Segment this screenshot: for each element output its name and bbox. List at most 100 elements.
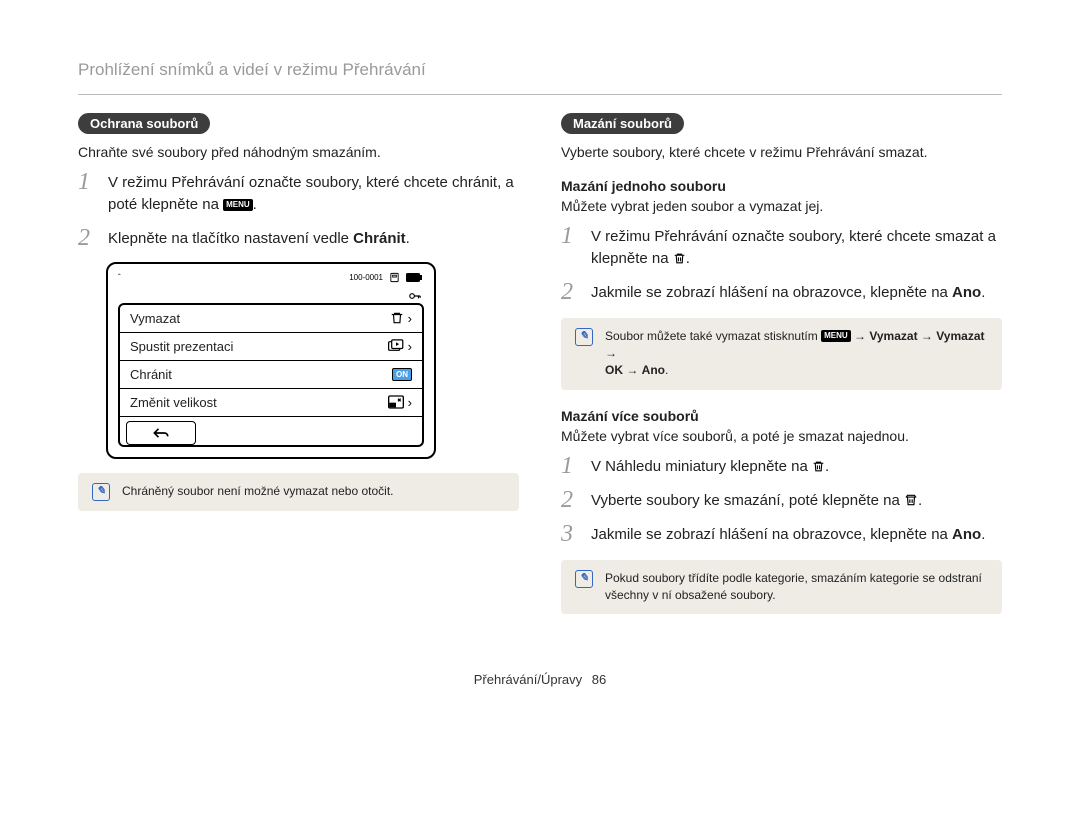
note-icon: ✎ [575, 570, 593, 588]
t: Ano [642, 363, 665, 377]
text-bold: Chránit [353, 230, 406, 247]
right-column: Mazání souborů Vyberte soubory, které ch… [561, 113, 1002, 632]
text: . [406, 230, 410, 247]
menu-row-resize[interactable]: Změnit velikost › [120, 388, 422, 416]
text: . [686, 250, 690, 267]
t: → [605, 346, 617, 360]
content-columns: Ochrana souborů Chraňte své soubory před… [78, 113, 1002, 632]
chevron-right-icon: › [408, 339, 412, 354]
text: Vyberte soubory ke smazání, poté klepnět… [591, 492, 904, 509]
step-number: 2 [78, 226, 96, 250]
left-lead: Chraňte své soubory před náhodným smazán… [78, 144, 519, 160]
text: . [981, 284, 985, 301]
back-arrow-icon [151, 426, 171, 440]
footer-page-number: 86 [592, 672, 606, 687]
menu-label: Chránit [130, 367, 172, 382]
slideshow-icon [388, 339, 404, 354]
multi-delete-heading: Mazání více souborů [561, 408, 1002, 424]
single-steps: 1 V režimu Přehrávání označte soubory, k… [561, 224, 1002, 304]
title-divider [78, 94, 1002, 95]
chevron-right-icon: › [408, 311, 412, 326]
trash-icon [673, 250, 686, 267]
note-text: Pokud soubory třídíte podle kategorie, s… [605, 570, 988, 605]
step-text: V režimu Přehrávání označte soubory, kte… [108, 170, 519, 216]
camera-status-bar: ˆ 100-0001 [118, 272, 424, 285]
multi-steps: 1 V Náhledu miniatury klepněte na . 2 Vy… [561, 454, 1002, 546]
footer-section: Přehrávání/Úpravy [474, 672, 582, 687]
camera-menu: Vymazat › Spustit prezentaci › [118, 303, 424, 447]
single-step-2: 2 Jakmile se zobrazí hlášení na obrazovc… [561, 280, 1002, 304]
t: → [918, 329, 937, 343]
text: Jakmile se zobrazí hlášení na obrazovce,… [591, 526, 952, 543]
multi-step-2: 2 Vyberte soubory ke smazání, poté klepn… [561, 488, 1002, 512]
trash-icon [390, 311, 404, 326]
text: Klepněte na tlačítko nastavení vedle [108, 230, 353, 247]
step-number: 3 [561, 522, 579, 546]
menu-label: Spustit prezentaci [130, 339, 233, 354]
text: V režimu Přehrávání označte soubory, kte… [108, 174, 514, 213]
trash-lid-icon [904, 492, 918, 509]
text: . [918, 492, 922, 509]
text-bold: Ano [952, 284, 981, 301]
back-button[interactable] [126, 421, 196, 445]
left-note-box: ✎ Chráněný soubor není možné vymazat neb… [78, 473, 519, 511]
step-text: V Náhledu miniatury klepněte na . [591, 454, 829, 478]
step-text: Vyberte soubory ke smazání, poté klepnět… [591, 488, 922, 512]
camera-menu-figure: ˆ 100-0001 Vymazat [106, 262, 436, 459]
menu-row-slideshow[interactable]: Spustit prezentaci › [120, 332, 422, 360]
menu-label: Vymazat [130, 311, 180, 326]
multi-delete-lead: Můžete vybrat více souborů, a poté je sm… [561, 428, 1002, 444]
right-lead: Vyberte soubory, které chcete v režimu P… [561, 144, 1002, 160]
icon-glyph: ✎ [96, 484, 105, 500]
multi-note-box: ✎ Pokud soubory třídíte podle kategorie,… [561, 560, 1002, 615]
step-number: 2 [561, 280, 579, 304]
t: → [851, 329, 870, 343]
icon-glyph: ✎ [579, 571, 588, 587]
page-title: Prohlížení snímků a videí v režimu Přehr… [78, 60, 1002, 80]
single-delete-heading: Mazání jednoho souboru [561, 178, 1002, 194]
menu-icon: MENU [223, 199, 253, 211]
step-text: Jakmile se zobrazí hlášení na obrazovce,… [591, 522, 985, 546]
t: Vymazat [869, 329, 917, 343]
menu-row-delete[interactable]: Vymazat › [120, 305, 422, 332]
left-steps: 1 V režimu Přehrávání označte soubory, k… [78, 170, 519, 250]
menu-label: Změnit velikost [130, 395, 217, 410]
scroll-caret-icon: ˆ [118, 273, 121, 282]
text: . [253, 196, 257, 213]
single-note-box: ✎ Soubor můžete také vymazat stisknutím … [561, 318, 1002, 390]
text: . [981, 526, 985, 543]
page-footer: Přehrávání/Úpravy 86 [78, 672, 1002, 687]
image-counter: 100-0001 [349, 273, 383, 282]
t: Vymazat [936, 329, 984, 343]
t: → [623, 363, 642, 377]
note-text: Soubor můžete také vymazat stisknutím ME… [605, 328, 988, 380]
menu-icon: MENU [821, 330, 851, 342]
trash-icon [812, 458, 825, 475]
step-number: 1 [561, 454, 579, 478]
t: OK [605, 363, 623, 377]
battery-icon [406, 273, 422, 282]
t: Soubor můžete také vymazat stisknutím [605, 329, 821, 343]
multi-step-1: 1 V Náhledu miniatury klepněte na . [561, 454, 1002, 478]
on-badge: ON [392, 368, 412, 381]
text: V Náhledu miniatury klepněte na [591, 458, 812, 475]
note-icon: ✎ [92, 483, 110, 501]
step-text: V režimu Přehrávání označte soubory, kte… [591, 224, 1002, 270]
resize-icon [388, 395, 404, 410]
text-bold: Ano [952, 526, 981, 543]
step-text: Klepněte na tlačítko nastavení vedle Chr… [108, 226, 410, 250]
menu-row-protect[interactable]: Chránit ON [120, 360, 422, 388]
left-column: Ochrana souborů Chraňte své soubory před… [78, 113, 519, 632]
text: V režimu Přehrávání označte soubory, kte… [591, 228, 996, 267]
icon-glyph: ✎ [579, 329, 588, 345]
step-number: 1 [561, 224, 579, 248]
t: . [665, 363, 668, 377]
step-number: 2 [561, 488, 579, 512]
single-delete-lead: Můžete vybrat jeden soubor a vymazat jej… [561, 198, 1002, 214]
step-number: 1 [78, 170, 96, 194]
text: Jakmile se zobrazí hlášení na obrazovce,… [591, 284, 952, 301]
multi-step-3: 3 Jakmile se zobrazí hlášení na obrazovc… [561, 522, 1002, 546]
menu-back-row [120, 416, 422, 445]
note-text: Chráněný soubor není možné vymazat nebo … [122, 483, 394, 500]
lock-indicator [118, 289, 424, 303]
